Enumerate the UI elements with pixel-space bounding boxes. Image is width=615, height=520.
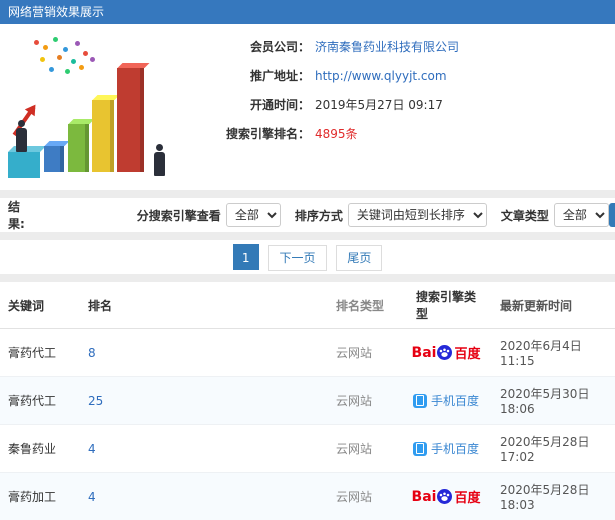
keyword-cell: 秦鲁药业 xyxy=(0,424,80,473)
keyword-cell: 膏药代工 xyxy=(0,328,80,377)
updated-cell: 2020年6月4日 11:15 xyxy=(492,328,615,377)
confetti-decoration xyxy=(34,40,39,45)
chart-bar-blue xyxy=(44,146,64,172)
page-title: 网络营销效果展示 xyxy=(8,5,105,19)
submit-button[interactable]: 提交 xyxy=(608,203,615,227)
keyword-cell: 膏药加工 xyxy=(0,472,80,520)
baidu-latin-text: Bai xyxy=(411,344,437,361)
page-number-current[interactable]: 1 xyxy=(232,244,259,270)
chart-bar-green xyxy=(68,124,89,172)
results-table: 关键词 排名 排名类型 搜索引擎类型 最新更新时间 膏药代工 8 云网站 Bai… xyxy=(0,282,615,520)
header-updated: 最新更新时间 xyxy=(492,282,615,329)
filter-bar: 结果: 分搜索引擎查看 全部 排序方式 关键词由短到长排序 文章类型 全部 提交 xyxy=(0,198,615,232)
article-type-filter-group: 文章类型 全部 xyxy=(501,203,609,227)
updated-cell: 2020年5月30日 18:06 xyxy=(492,376,615,425)
baidu-logo: Bai 百度 xyxy=(408,343,484,363)
member-info: 会员公司： 济南秦鲁药业科技有限公司 推广地址： http://www.qlyy… xyxy=(180,24,615,190)
table-header-row: 关键词 排名 排名类型 搜索引擎类型 最新更新时间 xyxy=(0,282,615,329)
rank-type-cell: 云网站 xyxy=(328,376,400,425)
table-row: 秦鲁药业 4 云网站 手机百度 2020年5月28日 17:02 xyxy=(0,424,615,473)
results-table-panel: 关键词 排名 排名类型 搜索引擎类型 最新更新时间 膏药代工 8 云网站 Bai… xyxy=(0,282,615,520)
article-type-filter-label: 文章类型 xyxy=(500,208,549,223)
rank-link[interactable]: 25 xyxy=(88,394,103,408)
title-bar: 网络营销效果展示 xyxy=(0,0,615,24)
rank-count-row: 搜索引擎排名： 4895条 xyxy=(180,125,615,142)
promo-url-label: 推广地址： xyxy=(249,69,310,83)
promo-url-row: 推广地址： http://www.qlyyjt.com xyxy=(180,67,615,84)
open-time-label: 开通时间： xyxy=(249,98,310,112)
mobile-baidu-icon xyxy=(412,441,427,456)
results-table-body: 膏药代工 8 云网站 Bai 百度 2020年6月4日 11:15 膏药代工 25… xyxy=(0,328,615,520)
rank-type-cell: 云网站 xyxy=(328,472,400,520)
updated-cell: 2020年5月28日 17:02 xyxy=(492,424,615,473)
rank-link[interactable]: 4 xyxy=(88,442,96,456)
article-type-select[interactable]: 全部 xyxy=(553,203,609,227)
sort-filter-select[interactable]: 关键词由短到长排序 xyxy=(347,203,487,227)
updated-cell: 2020年5月28日 18:03 xyxy=(492,472,615,520)
table-row: 膏药代工 8 云网站 Bai 百度 2020年6月4日 11:15 xyxy=(0,328,615,377)
mobile-baidu-label: 手机百度 xyxy=(430,394,479,408)
engine-cell: Bai 百度 xyxy=(400,472,492,520)
mobile-baidu-label: 手机百度 xyxy=(430,442,479,456)
engine-filter-group: 分搜索引擎查看 全部 xyxy=(137,203,281,227)
rank-link[interactable]: 4 xyxy=(88,490,96,504)
baidu-latin-text: Bai xyxy=(411,488,437,505)
member-company-label: 会员公司： xyxy=(249,40,310,54)
baidu-logo: Bai 百度 xyxy=(408,487,484,507)
engine-cell: Bai 百度 xyxy=(400,328,492,377)
open-time-value: 2019年5月27日 09:17 xyxy=(315,98,443,112)
baidu-cn-text: 百度 xyxy=(454,491,481,506)
header-keyword: 关键词 xyxy=(0,282,80,329)
last-page-link[interactable]: 尾页 xyxy=(336,245,383,271)
header-rank-type: 排名类型 xyxy=(328,282,400,329)
mobile-baidu-logo: 手机百度 xyxy=(408,440,484,457)
member-overview-panel: 会员公司： 济南秦鲁药业科技有限公司 推广地址： http://www.qlyy… xyxy=(0,24,615,190)
engine-filter-label: 分搜索引擎查看 xyxy=(136,208,221,223)
promo-url-link[interactable]: http://www.qlyyjt.com xyxy=(315,69,447,83)
baidu-paw-icon xyxy=(437,345,453,360)
chart-bar-yellow xyxy=(92,100,114,172)
sort-filter-group: 排序方式 关键词由短到长排序 xyxy=(295,203,487,227)
rank-count-label: 搜索引擎排名： xyxy=(225,127,310,141)
podium-cube xyxy=(8,152,40,178)
result-label: 结果: xyxy=(8,200,25,231)
rank-link[interactable]: 8 xyxy=(88,346,96,360)
rank-type-cell: 云网站 xyxy=(328,424,400,473)
baidu-paw-icon xyxy=(437,489,453,504)
next-page-link[interactable]: 下一页 xyxy=(268,245,327,271)
engine-cell: 手机百度 xyxy=(400,376,492,425)
rank-count-value: 4895条 xyxy=(315,127,358,141)
mobile-baidu-icon xyxy=(412,393,427,408)
engine-filter-select[interactable]: 全部 xyxy=(225,203,281,227)
businessman-figure-right xyxy=(152,144,166,176)
keyword-cell: 膏药代工 xyxy=(0,376,80,425)
engine-cell: 手机百度 xyxy=(400,424,492,473)
header-rank: 排名 xyxy=(80,282,328,329)
businessman-figure-left xyxy=(14,120,28,152)
table-row: 膏药加工 4 云网站 Bai 百度 2020年5月28日 18:03 xyxy=(0,472,615,520)
rank-type-cell: 云网站 xyxy=(328,328,400,377)
table-row: 膏药代工 25 云网站 手机百度 2020年5月30日 18:06 xyxy=(0,376,615,425)
bar-chart-illustration xyxy=(0,24,180,190)
pagination-bar: 1 下一页 尾页 xyxy=(0,240,615,274)
member-company-link[interactable]: 济南秦鲁药业科技有限公司 xyxy=(315,38,459,55)
header-engine-type: 搜索引擎类型 xyxy=(400,282,492,329)
sort-filter-label: 排序方式 xyxy=(294,208,343,223)
mobile-baidu-logo: 手机百度 xyxy=(408,392,484,409)
member-company-row: 会员公司： 济南秦鲁药业科技有限公司 xyxy=(180,38,615,55)
baidu-cn-text: 百度 xyxy=(454,347,481,362)
chart-bar-red xyxy=(117,68,144,172)
open-time-row: 开通时间： 2019年5月27日 09:17 xyxy=(180,96,615,113)
